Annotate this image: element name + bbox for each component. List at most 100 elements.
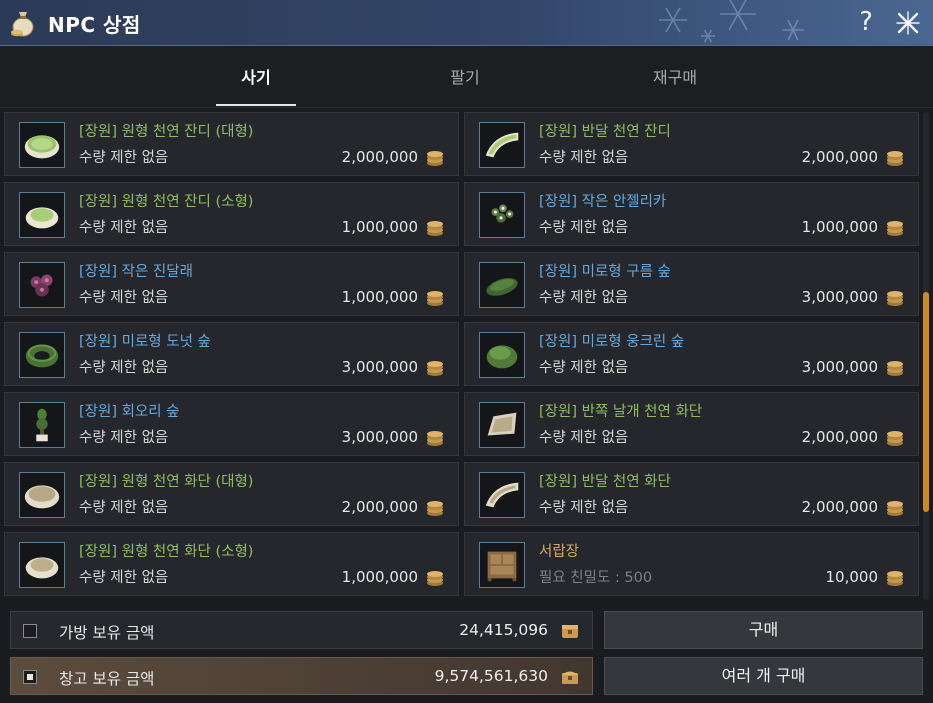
silver-coin-icon: [887, 291, 903, 306]
silver-coin-icon: [427, 221, 443, 236]
shop-item[interactable]: [장원] 원형 천연 잔디 (소형) 수량 제한 없음 1,000,000: [4, 182, 459, 246]
item-price: 1,000,000: [341, 568, 418, 586]
item-name: [장원] 미로형 구름 숲: [539, 264, 671, 280]
item-limit: 수량 제한 없음: [539, 500, 629, 516]
item-list: [장원] 원형 천연 잔디 (대형) 수량 제한 없음 2,000,000 [장원] …: [4, 112, 920, 600]
bag-icon: [562, 625, 578, 638]
storage-money-checkbox[interactable]: [23, 670, 37, 684]
silver-coin-icon: [887, 221, 903, 236]
item-name: [장원] 원형 천연 잔디 (대형): [79, 124, 254, 140]
storage-money-label: 창고 보유 금액: [59, 670, 155, 688]
inventory-money-checkbox[interactable]: [23, 624, 37, 638]
item-name: [장원] 원형 천연 잔디 (소형): [79, 194, 254, 210]
item-limit: 수량 제한 없음: [539, 220, 629, 236]
round-flowerbed-large-icon: [19, 472, 65, 518]
item-limit: 수량 제한 없음: [79, 360, 169, 376]
shop-item[interactable]: [장원] 작은 안젤리카수량 제한 없음 1,000,000: [464, 182, 919, 246]
shop-item[interactable]: [장원] 반달 천연 잔디 수량 제한 없음 2,000,000: [464, 112, 919, 176]
topiary-icon: [19, 402, 65, 448]
shop-item[interactable]: [장원] 작은 진달래수량 제한 없음 1,000,000: [4, 252, 459, 316]
silver-coin-icon: [427, 431, 443, 446]
shop-tabs: 사기 팔기 재구매: [0, 46, 933, 108]
item-limit: 수량 제한 없음: [79, 430, 169, 446]
item-name: [장원] 작은 안젤리카: [539, 194, 667, 210]
inventory-money-row[interactable]: 가방 보유 금액 24,415,096: [10, 611, 593, 649]
shop-item[interactable]: 서랍장필요 친밀도 : 500 10,000: [464, 532, 919, 596]
scrollbar-thumb[interactable]: [923, 292, 929, 512]
crouched-hedge-icon: [479, 332, 525, 378]
item-name: [장원] 작은 진달래: [79, 264, 193, 280]
item-name: [장원] 반쪽 날개 천연 화단: [539, 404, 703, 420]
storage-money-amount: 9,574,561,630: [434, 667, 548, 685]
item-name: [장원] 반달 천연 잔디: [539, 124, 671, 140]
shop-item[interactable]: [장원] 미로형 도넛 숲수량 제한 없음 3,000,000: [4, 322, 459, 386]
inventory-money-amount: 24,415,096: [459, 621, 548, 639]
title-bar[interactable]: NPC 상점 ?: [0, 0, 933, 46]
item-name: [장원] 반달 천연 화단: [539, 474, 671, 490]
item-name: 서랍장: [539, 544, 580, 560]
buy-button[interactable]: 구매: [604, 611, 923, 649]
item-limit: 수량 제한 없음: [539, 430, 629, 446]
shop-item[interactable]: [장원] 반쪽 날개 천연 화단수량 제한 없음 2,000,000: [464, 392, 919, 456]
item-price: 3,000,000: [801, 288, 878, 306]
money-bag-icon: [11, 12, 34, 37]
half-wing-flowerbed-icon: [479, 402, 525, 448]
item-price: 2,000,000: [801, 428, 878, 446]
item-price: 10,000: [825, 568, 879, 586]
shop-item[interactable]: [장원] 반달 천연 화단수량 제한 없음 2,000,000: [464, 462, 919, 526]
npc-shop-window: NPC 상점 ? 사기 팔기 재구매 [장원] 원형 천연 잔디 (대형) 수량 …: [0, 0, 933, 703]
round-lawn-large-icon: [19, 122, 65, 168]
shop-item[interactable]: [장원] 미로형 구름 숲수량 제한 없음 3,000,000: [464, 252, 919, 316]
tab-sell[interactable]: 팔기: [405, 64, 525, 106]
donut-hedge-icon: [19, 332, 65, 378]
shop-item[interactable]: [장원] 원형 천연 화단 (대형) 수량 제한 없음 2,000,000: [4, 462, 459, 526]
silver-coin-icon: [887, 361, 903, 376]
shop-item[interactable]: [장원] 회오리 숲 수량 제한 없음 3,000,000: [4, 392, 459, 456]
chest-icon: [562, 671, 578, 684]
item-price: 1,000,000: [801, 218, 878, 236]
item-price: 3,000,000: [801, 358, 878, 376]
item-name: [장원] 원형 천연 화단 (대형): [79, 474, 254, 490]
item-limit: 수량 제한 없음: [79, 290, 169, 306]
item-limit: 수량 제한 없음: [79, 220, 169, 236]
cloud-hedge-icon: [479, 262, 525, 308]
tab-buy[interactable]: 사기: [216, 64, 296, 106]
close-icon[interactable]: [893, 8, 923, 38]
item-price: 2,000,000: [341, 498, 418, 516]
shop-item[interactable]: [장원] 원형 천연 화단 (소형) 수량 제한 없음 1,000,000: [4, 532, 459, 596]
angelica-plant-icon: [479, 192, 525, 238]
item-price: 3,000,000: [341, 358, 418, 376]
storage-money-row[interactable]: 창고 보유 금액 9,574,561,630: [10, 657, 593, 695]
item-price: 3,000,000: [341, 428, 418, 446]
tab-rebuy[interactable]: 재구매: [615, 64, 735, 106]
silver-coin-icon: [887, 571, 903, 586]
half-moon-lawn-icon: [479, 122, 525, 168]
azalea-plant-icon: [19, 262, 65, 308]
item-name: [장원] 미로형 도넛 숲: [79, 334, 211, 350]
silver-coin-icon: [427, 501, 443, 516]
inventory-money-label: 가방 보유 금액: [59, 624, 155, 642]
item-name: [장원] 미로형 웅크린 숲: [539, 334, 685, 350]
window-title: NPC 상점: [48, 13, 141, 37]
silver-coin-icon: [887, 431, 903, 446]
item-limit: 수량 제한 없음: [539, 150, 629, 166]
shop-item[interactable]: [장원] 원형 천연 잔디 (대형) 수량 제한 없음 2,000,000: [4, 112, 459, 176]
silver-coin-icon: [887, 151, 903, 166]
silver-coin-icon: [887, 501, 903, 516]
help-button[interactable]: ?: [851, 6, 881, 38]
silver-coin-icon: [427, 571, 443, 586]
item-price: 1,000,000: [341, 288, 418, 306]
silver-coin-icon: [427, 291, 443, 306]
item-limit: 수량 제한 없음: [539, 290, 629, 306]
item-price: 2,000,000: [341, 148, 418, 166]
item-limit: 수량 제한 없음: [79, 570, 169, 586]
silver-coin-icon: [427, 361, 443, 376]
item-limit: 필요 친밀도 : 500: [539, 570, 653, 586]
silver-coin-icon: [427, 151, 443, 166]
scrollbar[interactable]: [923, 112, 929, 600]
half-moon-flowerbed-icon: [479, 472, 525, 518]
multi-buy-button[interactable]: 여러 개 구매: [604, 657, 923, 695]
item-price: 2,000,000: [801, 498, 878, 516]
shop-item[interactable]: [장원] 미로형 웅크린 숲 수량 제한 없음 3,000,000: [464, 322, 919, 386]
round-flowerbed-small-icon: [19, 542, 65, 588]
